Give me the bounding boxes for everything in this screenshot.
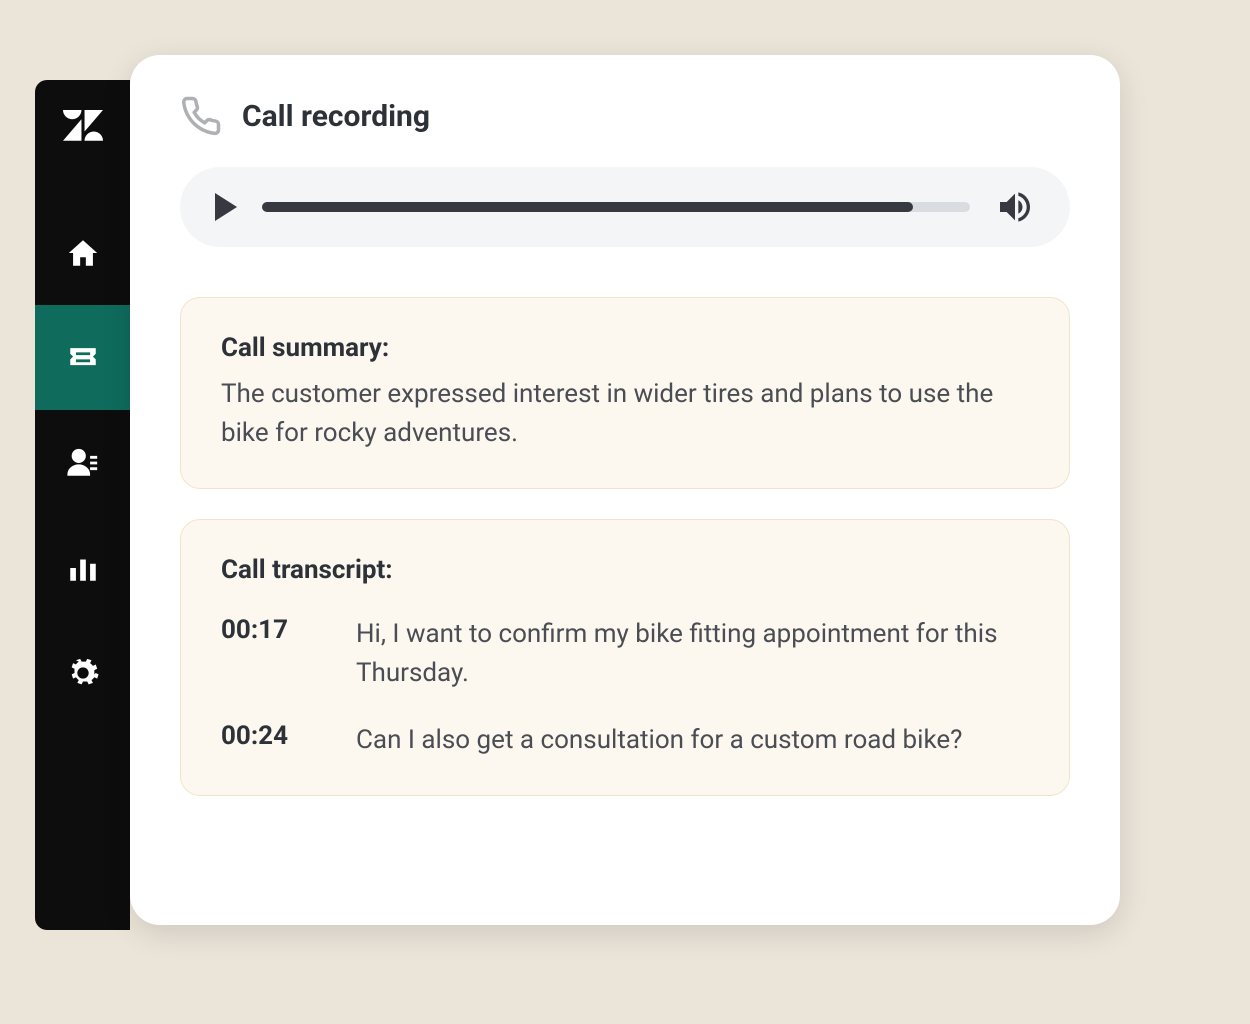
card-title: Call recording <box>242 99 430 134</box>
audio-player <box>180 167 1070 247</box>
transcript-text: Hi, I want to confirm my bike fitting ap… <box>356 615 1029 693</box>
transcript-time: 00:24 <box>221 721 301 760</box>
sidebar-item-home[interactable] <box>35 200 130 305</box>
sidebar-item-users[interactable] <box>35 410 130 515</box>
call-recording-card: Call recording Call summary: The custome… <box>130 55 1120 925</box>
card-header: Call recording <box>180 95 1070 137</box>
phone-icon <box>180 95 222 137</box>
sidebar-item-tickets[interactable] <box>35 305 130 410</box>
transcript-text: Can I also get a consultation for a cust… <box>356 721 1029 760</box>
transcript-row: 00:24 Can I also get a consultation for … <box>221 721 1029 760</box>
call-transcript-box: Call transcript: 00:17 Hi, I want to con… <box>180 519 1070 796</box>
gear-icon <box>66 656 100 690</box>
transcript-time: 00:17 <box>221 615 301 693</box>
volume-icon[interactable] <box>995 187 1035 227</box>
audio-progress-fill <box>262 202 913 212</box>
sidebar-item-settings[interactable] <box>35 620 130 725</box>
call-summary-box: Call summary: The customer expressed int… <box>180 297 1070 489</box>
transcript-row: 00:17 Hi, I want to confirm my bike fitt… <box>221 615 1029 693</box>
zendesk-logo-icon <box>63 110 103 150</box>
play-button[interactable] <box>215 193 237 221</box>
summary-label: Call summary: <box>221 333 1029 363</box>
sidebar <box>35 80 130 930</box>
sidebar-item-analytics[interactable] <box>35 515 130 620</box>
users-icon <box>66 446 100 480</box>
ticket-icon <box>66 341 100 375</box>
audio-progress-track[interactable] <box>262 202 970 212</box>
chart-icon <box>66 551 100 585</box>
summary-text: The customer expressed interest in wider… <box>221 375 1029 453</box>
home-icon <box>66 236 100 270</box>
transcript-label: Call transcript: <box>221 555 1029 585</box>
